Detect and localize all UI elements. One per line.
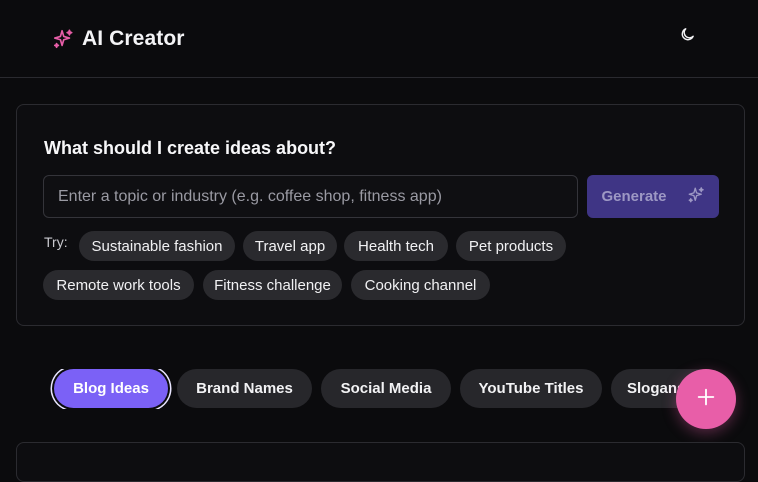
tab-brand-names[interactable]: Brand Names [177,369,312,408]
suggestion-chip[interactable]: Cooking channel [351,270,490,300]
prompt-card: What should I create ideas about? Genera… [16,104,745,326]
try-label: Try: [44,234,68,250]
prompt-title: What should I create ideas about? [44,138,337,158]
sparkles-icon [687,186,705,208]
tab-blog-ideas[interactable]: Blog Ideas [54,369,168,408]
brand: AI Creator [52,26,185,52]
suggestion-chip[interactable]: Travel app [243,231,337,261]
add-button[interactable] [676,369,736,429]
suggestion-chip[interactable]: Remote work tools [43,270,194,300]
suggestion-chip[interactable]: Sustainable fashion [79,231,235,261]
top-bar: AI Creator [0,0,758,78]
tab-youtube-titles[interactable]: YouTube Titles [460,369,602,408]
theme-toggle-button[interactable] [676,26,698,48]
suggestion-chip[interactable]: Health tech [344,231,448,261]
plus-icon [695,386,717,413]
sparkles-icon [52,28,74,50]
app-title: AI Creator [82,27,185,50]
topic-input[interactable] [43,175,578,218]
generate-button[interactable]: Generate [587,175,719,218]
category-tabs: Blog Ideas Brand Names Social Media YouT… [0,369,758,409]
tab-social-media[interactable]: Social Media [321,369,451,408]
moon-icon [679,26,696,48]
suggestion-chip[interactable]: Pet products [456,231,566,261]
generate-label: Generate [601,188,667,205]
results-card [16,442,745,482]
suggestion-chip[interactable]: Fitness challenge [203,270,342,300]
